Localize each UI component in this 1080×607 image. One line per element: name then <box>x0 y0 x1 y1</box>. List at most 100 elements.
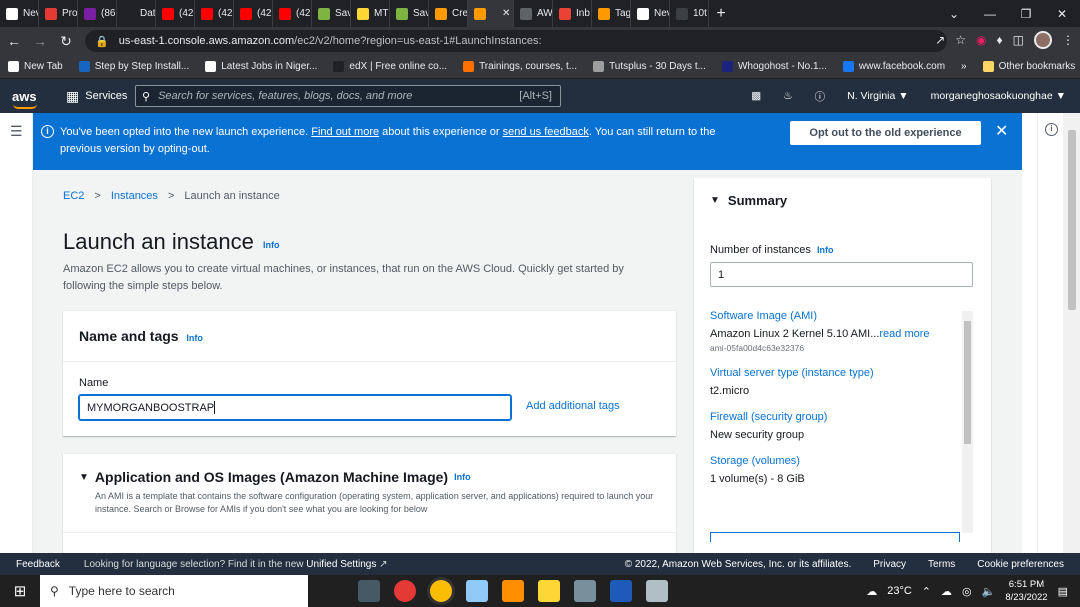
summary-key-instance-type[interactable]: Virtual server type (instance type) <box>710 367 965 379</box>
browser-tab[interactable]: AW <box>514 0 553 27</box>
onedrive-icon[interactable]: ☁ <box>941 585 952 598</box>
read-more-link[interactable]: read more <box>879 328 929 340</box>
reload-icon[interactable]: ↻ <box>54 33 78 50</box>
page-scrollbar[interactable] <box>1063 113 1080 553</box>
restore-icon[interactable]: ❐ <box>1008 0 1044 27</box>
cookie-preferences-link[interactable]: Cookie preferences <box>977 559 1064 570</box>
summary-key-firewall[interactable]: Firewall (security group) <box>710 411 965 423</box>
sidepanel-icon[interactable]: ◫ <box>1013 33 1024 47</box>
share-icon[interactable]: ↗ <box>935 33 945 47</box>
close-window-icon[interactable]: ✕ <box>1044 0 1080 27</box>
forward-icon[interactable]: → <box>28 33 52 49</box>
chevron-up-icon[interactable]: ⌃ <box>922 585 931 598</box>
terms-link[interactable]: Terms <box>928 559 955 570</box>
info-panel-icon[interactable]: i <box>1045 123 1058 136</box>
breadcrumb-instances[interactable]: Instances <box>111 190 158 202</box>
address-bar[interactable]: 🔒 us-east-1.console.aws.amazon.com/ec2/v… <box>85 30 947 52</box>
bookmark-item[interactable]: New Tab <box>0 61 71 72</box>
weather-icon[interactable]: ☁ <box>866 585 877 598</box>
browser-tab[interactable]: (86 <box>78 0 117 27</box>
minimize-icon[interactable]: — <box>972 0 1008 27</box>
tab-search-icon[interactable]: ⌄ <box>936 0 972 27</box>
bookmark-item[interactable]: www.facebook.com <box>835 61 953 72</box>
bookmark-item[interactable]: Whogohost - No.1... <box>714 61 835 72</box>
word-icon[interactable] <box>610 580 632 602</box>
paint-icon[interactable] <box>646 580 668 602</box>
account-menu[interactable]: morganeghosaokuonghae ▼ <box>931 90 1066 102</box>
ami-header[interactable]: ▼ Application and OS Images (Amazon Machi… <box>79 469 471 485</box>
extension-color-icon[interactable]: ◉ <box>976 33 986 47</box>
aws-logo[interactable]: aws <box>12 89 40 109</box>
new-tab-icon[interactable]: + <box>709 5 733 23</box>
puzzle-icon[interactable]: ♦ <box>997 33 1003 47</box>
clock[interactable]: 6:51 PM 8/23/2022 <box>1005 578 1047 604</box>
cloudshell-icon[interactable]: ▩ <box>751 90 761 102</box>
bookmark-item[interactable]: edX | Free online co... <box>325 61 455 72</box>
windows-start-icon[interactable]: ⊞ <box>0 582 40 600</box>
profile-avatar[interactable] <box>1034 31 1052 49</box>
region-selector[interactable]: N. Virginia ▼ <box>847 90 909 102</box>
scrollbar-thumb[interactable] <box>1068 130 1076 310</box>
summary-key-storage[interactable]: Storage (volumes) <box>710 455 965 467</box>
name-field[interactable]: MYMORGANBOOSTRAP <box>79 395 511 420</box>
browser-tab[interactable]: (42 <box>195 0 234 27</box>
notification-icon[interactable]: ▤ <box>1058 585 1068 598</box>
find-out-more-link[interactable]: Find out more <box>311 126 379 138</box>
notepad-icon[interactable] <box>466 580 488 602</box>
media-app-icon[interactable] <box>358 580 380 602</box>
chrome-profile-icon[interactable] <box>394 580 416 602</box>
bell-icon[interactable]: ♨ <box>783 90 792 102</box>
browser-tab[interactable]: Inb <box>553 0 592 27</box>
services-menu[interactable]: ▦ Services <box>66 88 127 105</box>
browser-tab[interactable]: ✕ <box>468 0 514 27</box>
browser-tab[interactable]: MTI <box>351 0 390 27</box>
add-additional-tags-link[interactable]: Add additional tags <box>526 400 620 412</box>
menu-kebab-icon[interactable]: ⋮ <box>1062 33 1074 47</box>
browser-tab[interactable]: Sav <box>390 0 429 27</box>
hamburger-icon[interactable]: ☰ <box>10 123 23 140</box>
instances-info-link[interactable]: Info <box>817 245 834 255</box>
browser-tab[interactable]: Cre <box>429 0 468 27</box>
ami-info-link[interactable]: Info <box>454 472 471 482</box>
summary-scrollbar-thumb[interactable] <box>964 321 971 444</box>
star-icon[interactable]: ☆ <box>955 33 966 47</box>
other-bookmarks[interactable]: Other bookmarks <box>975 61 1080 72</box>
bookmark-item[interactable]: Latest Jobs in Niger... <box>197 61 325 72</box>
number-of-instances-input[interactable]: 1 <box>710 262 973 287</box>
browser-tab[interactable]: Dat <box>117 0 156 27</box>
help-icon[interactable]: ⓘ <box>815 89 826 104</box>
privacy-link[interactable]: Privacy <box>873 559 906 570</box>
close-tab-icon[interactable]: ✕ <box>502 8 510 19</box>
feedback-link[interactable]: Feedback <box>16 559 60 570</box>
summary-key-ami[interactable]: Software Image (AMI) <box>710 310 965 322</box>
send-feedback-link[interactable]: send us feedback <box>503 126 589 138</box>
summary-header[interactable]: ▼ Summary <box>710 193 787 208</box>
volume-icon[interactable]: 🔈 <box>982 585 996 598</box>
chrome-icon[interactable] <box>430 580 452 602</box>
bookmark-item[interactable]: Step by Step Install... <box>71 61 198 72</box>
browser-tab[interactable]: Sav <box>312 0 351 27</box>
network-icon[interactable]: ◎ <box>962 585 972 598</box>
page-info-link[interactable]: Info <box>263 240 280 250</box>
file-app-icon[interactable] <box>574 580 596 602</box>
browser-tab[interactable]: (42 <box>156 0 195 27</box>
opt-out-button[interactable]: Opt out to the old experience <box>790 121 981 145</box>
browser-tab[interactable]: Nev <box>631 0 670 27</box>
vlc-icon[interactable] <box>502 580 524 602</box>
browser-tab[interactable]: 10t <box>670 0 709 27</box>
breadcrumb-ec2[interactable]: EC2 <box>63 190 84 202</box>
bookmark-item[interactable]: Tutsplus - 30 Days t... <box>585 61 714 72</box>
close-icon[interactable]: ✕ <box>995 123 1008 140</box>
browser-tab[interactable]: (42 <box>273 0 312 27</box>
name-tags-info-link[interactable]: Info <box>186 333 203 343</box>
browser-tab[interactable]: (42 <box>234 0 273 27</box>
more-bookmarks-icon[interactable]: » <box>953 61 975 72</box>
browser-tab[interactable]: Tag <box>592 0 631 27</box>
temperature[interactable]: 23°C <box>887 585 912 597</box>
lock-app-icon[interactable] <box>538 580 560 602</box>
taskbar-search[interactable]: ⚲ Type here to search <box>40 575 308 607</box>
browser-tab[interactable]: Nev <box>0 0 39 27</box>
back-icon[interactable]: ← <box>2 33 26 49</box>
unified-settings-link[interactable]: Unified Settings <box>306 559 376 570</box>
bookmark-item[interactable]: Trainings, courses, t... <box>455 61 585 72</box>
